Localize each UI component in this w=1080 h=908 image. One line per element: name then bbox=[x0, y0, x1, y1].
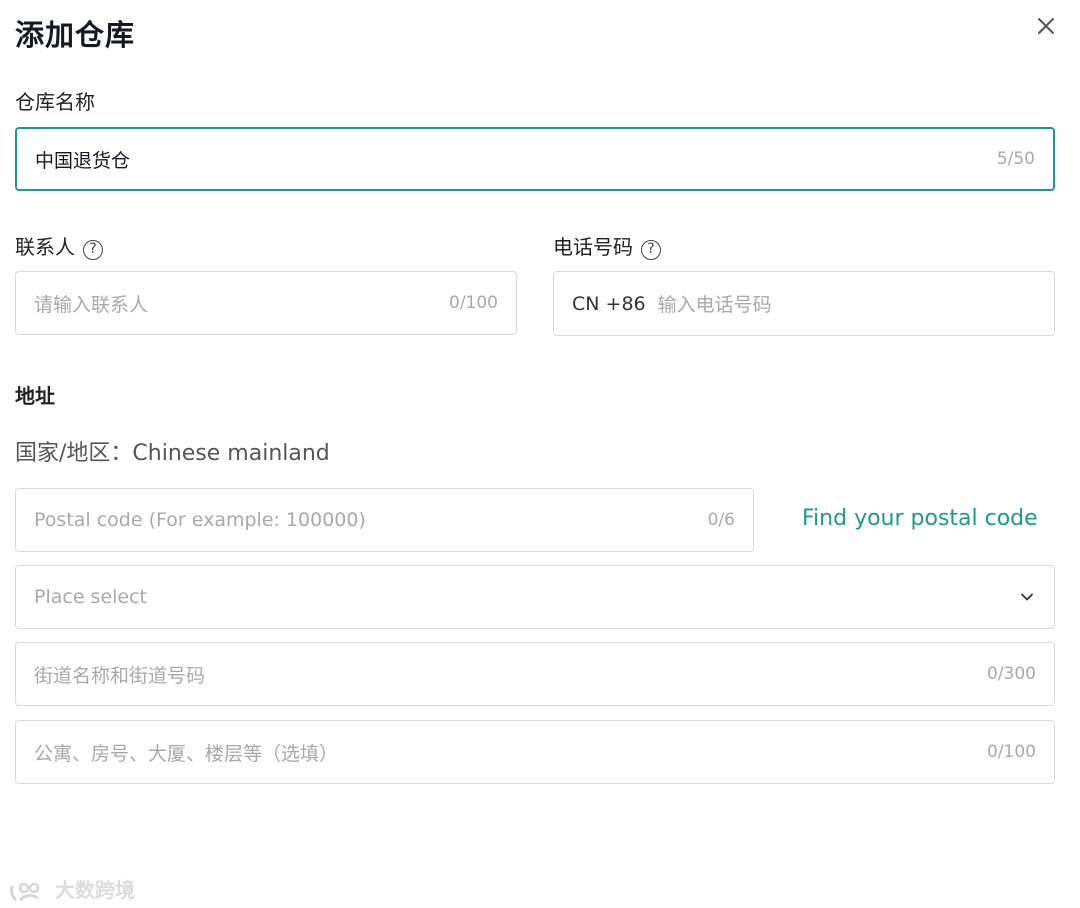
watermark-text: 大数跨境 bbox=[54, 878, 135, 902]
chevron-down-icon bbox=[1021, 593, 1033, 601]
find-postal-code-link[interactable]: Find your postal code bbox=[802, 506, 1038, 531]
postal-code-placeholder: Postal code (For example: 100000) bbox=[34, 509, 366, 531]
region-text: 国家/地区：Chinese mainland bbox=[15, 441, 330, 466]
warehouse-name-counter: 5/50 bbox=[996, 149, 1035, 169]
help-icon[interactable]: ? bbox=[641, 240, 661, 260]
warehouse-name-label: 仓库名称 bbox=[15, 90, 95, 114]
street-placeholder: 街道名称和街道号码 bbox=[34, 664, 206, 687]
contact-counter: 0/100 bbox=[449, 293, 498, 313]
street-counter: 0/300 bbox=[987, 664, 1036, 684]
region-select-placeholder: Place select bbox=[34, 586, 148, 608]
contact-placeholder: 请输入联系人 bbox=[34, 293, 149, 316]
warehouse-name-value: 中国退货仓 bbox=[35, 149, 131, 172]
phone-label: 电话号码 bbox=[553, 235, 633, 259]
postal-code-input[interactable]: Postal code (For example: 100000) 0/6 bbox=[15, 488, 754, 552]
phone-label-row: 电话号码? bbox=[553, 231, 661, 260]
address-detail-counter: 0/100 bbox=[987, 742, 1036, 762]
address-detail-placeholder: 公寓、房号、大厦、楼层等（选填） bbox=[34, 742, 339, 765]
dialog-title: 添加仓库 bbox=[15, 18, 136, 52]
contact-label-row: 联系人? bbox=[15, 231, 103, 260]
region-select[interactable]: Place select bbox=[15, 565, 1055, 629]
street-input[interactable]: 街道名称和街道号码 0/300 bbox=[15, 642, 1055, 706]
close-icon[interactable] bbox=[1034, 14, 1058, 38]
watermark: 大数跨境 bbox=[8, 874, 135, 904]
contact-input[interactable]: 请输入联系人 0/100 bbox=[15, 271, 517, 335]
phone-input[interactable]: CN +86 输入电话号码 bbox=[553, 271, 1055, 336]
watermark-logo-icon bbox=[10, 882, 40, 901]
postal-code-counter: 0/6 bbox=[707, 510, 735, 530]
help-icon[interactable]: ? bbox=[83, 240, 103, 260]
address-heading: 地址 bbox=[15, 384, 55, 408]
warehouse-name-input[interactable]: 中国退货仓 5/50 bbox=[15, 127, 1055, 191]
country-code-selector[interactable]: CN +86 bbox=[572, 293, 646, 315]
address-detail-input[interactable]: 公寓、房号、大厦、楼层等（选填） 0/100 bbox=[15, 720, 1055, 784]
phone-placeholder: 输入电话号码 bbox=[657, 294, 772, 316]
contact-label: 联系人 bbox=[15, 235, 75, 259]
